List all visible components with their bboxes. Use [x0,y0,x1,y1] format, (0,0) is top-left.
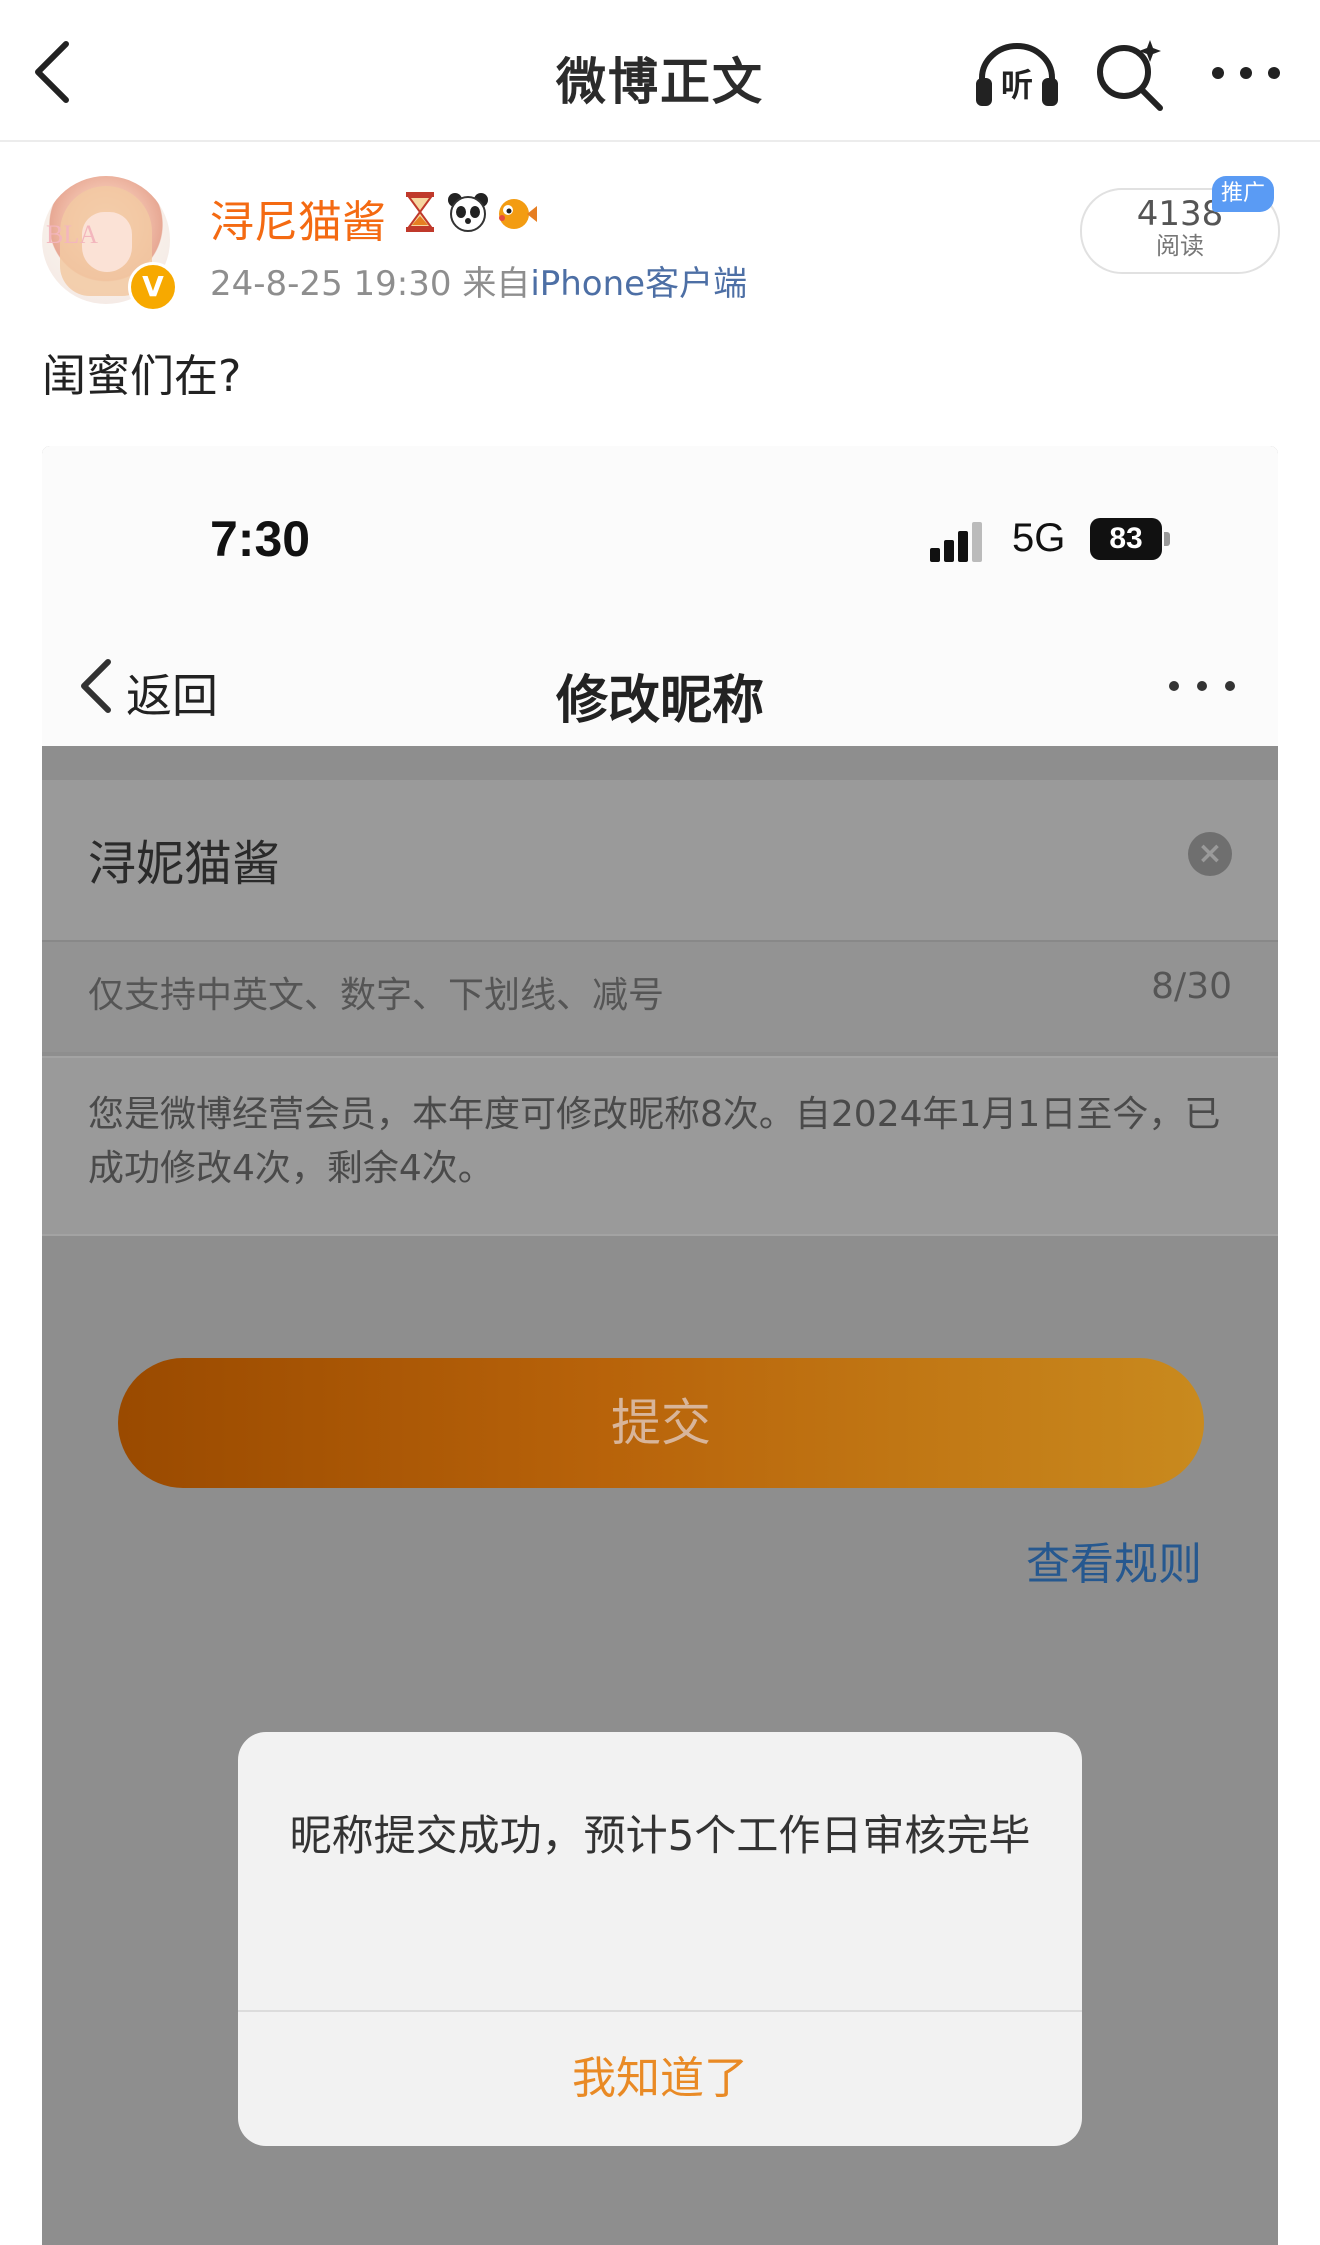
submit-button: 提交 [118,1358,1204,1488]
more-dots-icon[interactable] [1206,48,1286,98]
username[interactable]: 浔尼猫酱 [210,186,386,250]
post-meta: 24-8-25 19:30 来自iPhone客户端 [210,256,747,305]
clear-input-icon: × [1188,832,1232,876]
verified-badge-icon: V [128,262,178,312]
username-emoji-row [398,188,538,236]
hourglass-icon [406,192,434,232]
listen-headphones-icon[interactable]: 听 [972,38,1062,108]
post-source-link[interactable]: iPhone客户端 [530,264,747,304]
screenshot-app-bar: 返回 修改昵称 [42,626,1278,746]
ai-search-icon[interactable] [1092,36,1168,112]
read-count-label: 阅读 [1156,232,1204,260]
pufferfish-icon [499,199,537,229]
post-image-screenshot[interactable]: 7:30 5G 83 返回 修改昵称 浔妮猫酱 × 仅支持中英文、数字、下划线、… [42,446,1278,2245]
top-nav-bar: 微博正文 听 [0,0,1320,142]
success-dialog: 昵称提交成功，预计5个工作日审核完毕 我知道了 [238,1732,1082,2146]
battery-cap [1164,532,1170,546]
screenshot-title: 修改昵称 [555,671,764,731]
cellular-signal-icon [930,522,982,562]
promo-badge: 推广 [1212,176,1274,212]
screenshot-more-icon [1169,681,1235,691]
nickname-hint: 仅支持中英文、数字、下划线、减号 [88,975,665,1016]
dialog-message: 昵称提交成功，预计5个工作日审核完毕 [289,1811,1031,1860]
post-text: 闺蜜们在? [42,351,242,402]
network-type: 5G [1012,516,1066,560]
battery-level: 83 [1090,518,1162,560]
panda-icon [448,193,488,232]
avatar-watermark: BLA [46,220,98,249]
char-counter: 8/30 [1151,966,1232,1007]
status-time: 7:30 [210,511,311,567]
screenshot-status-bar: 7:30 5G 83 [42,446,1278,626]
membership-info: 您是微博经营会员，本年度可修改昵称8次。自2024年1月1日至今，已成功修改4次… [88,1094,1221,1189]
nickname-hint-row: 仅支持中英文、数字、下划线、减号 8/30 [42,940,1278,1052]
dialog-ok-button: 我知道了 [572,2053,748,2104]
listen-glyph: 听 [1001,66,1033,104]
nickname-value: 浔妮猫酱 [88,836,281,892]
post-source-prefix: 来自 [462,264,531,304]
battery-icon: 83 [1090,518,1170,560]
nickname-field: 浔妮猫酱 × [42,780,1278,940]
membership-info-row: 您是微博经营会员，本年度可修改昵称8次。自2024年1月1日至今，已成功修改4次… [42,1056,1278,1236]
post-date: 24-8-25 19:30 [210,264,452,304]
view-rules-link: 查看规则 [1026,1539,1202,1590]
